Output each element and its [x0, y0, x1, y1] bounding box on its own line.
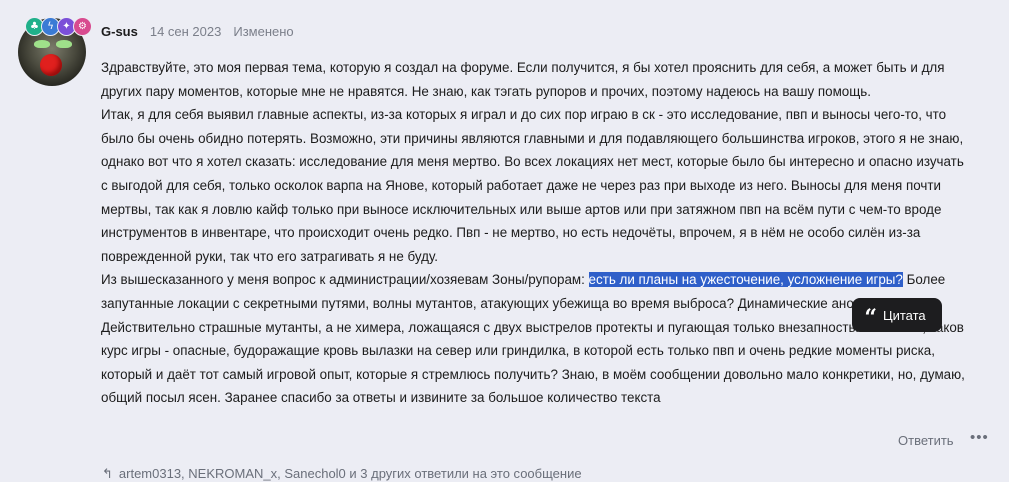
selected-text[interactable]: есть ли планы на ужесточение, усложнение…: [588, 272, 903, 288]
replies-summary[interactable]: ↰ artem0313, NEKROMAN_x, Sanechol0 и 3 др…: [102, 466, 582, 482]
avatar-wrapper: ♣ ϟ ✦ ⚙: [18, 17, 92, 86]
reply-arrow-icon: ↰: [102, 467, 113, 482]
user-badges: ♣ ϟ ✦ ⚙: [25, 17, 92, 36]
post-header: G-sus 14 сен 2023 Изменено: [101, 24, 294, 39]
avatar-eye-right: [56, 40, 72, 48]
post-paragraph: Итак, я для себя выявил главные аспекты,…: [101, 107, 964, 264]
paragraph-text: Из вышесказанного у меня вопрос к админи…: [101, 272, 589, 288]
username-link[interactable]: G-sus: [101, 24, 138, 39]
avatar-clown-nose: [40, 54, 62, 76]
gear-icon[interactable]: ⚙: [73, 17, 92, 36]
edited-label: Изменено: [233, 24, 294, 39]
post-paragraph-last: Из вышесказанного у меня вопрос к админи…: [101, 268, 967, 410]
post-date[interactable]: 14 сен 2023: [150, 24, 222, 39]
paragraph-text: Более запутанные локации с секретными пу…: [101, 272, 965, 406]
replies-summary-text: artem0313, NEKROMAN_x, Sanechol0 и 3 дру…: [118, 466, 582, 481]
more-options-button[interactable]: •••: [970, 429, 989, 446]
post-body: Здравствуйте, это моя первая тема, котор…: [101, 56, 967, 410]
reply-button[interactable]: Ответить: [898, 433, 954, 448]
quote-icon: “: [864, 305, 877, 331]
post-paragraph: Здравствуйте, это моя первая тема, котор…: [101, 60, 945, 99]
quote-popup-button[interactable]: “ Цитата: [852, 298, 942, 332]
quote-popup-label: Цитата: [882, 307, 926, 323]
avatar-eye-left: [34, 40, 50, 48]
